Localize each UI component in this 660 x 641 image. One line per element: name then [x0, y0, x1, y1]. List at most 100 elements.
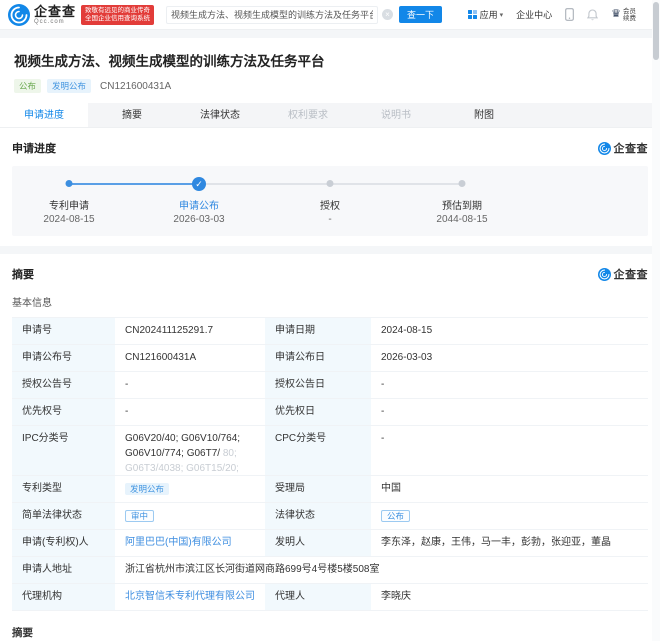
step-label: 预估到期 [442, 201, 482, 212]
check-circle-icon: ✓ [192, 177, 206, 191]
caret-down-icon: ▾ [499, 11, 504, 19]
basic-info-table: 申请号 CN202411125291.7 申请日期 2024-08-15 申请公… [12, 317, 648, 611]
qcc-watermark: 企查查 [597, 266, 649, 282]
field-value: CN202411125291.7 [115, 318, 265, 345]
apps-menu[interactable]: 应用 ▾ [467, 8, 504, 21]
step-label: 专利申请 [49, 201, 89, 212]
step-dot [65, 180, 73, 187]
field-value: - [371, 372, 648, 399]
field-value: 2026-03-03 [371, 345, 648, 372]
tab-application-progress[interactable]: 申请进度 [0, 103, 88, 127]
status-badge: 公布 [14, 79, 42, 93]
ipc-codes-cell: G06V20/40; G06V10/764; G06V10/774; G06T7… [115, 426, 265, 476]
progress-timeline: 专利申请 2024-08-15 ✓ 申请公布 2026-03-03 授权 - 预… [12, 166, 648, 236]
watermark-text: 企查查 [613, 269, 648, 281]
field-label: 代理机构 [12, 584, 115, 611]
agency-cell: 北京智信禾专利代理有限公司 [115, 584, 265, 611]
patent-type-cell: 发明公布 [115, 476, 265, 503]
basic-info-subtitle: 基本信息 [12, 298, 52, 309]
crown-icon: ♛ [611, 8, 621, 20]
scrollbar-thumb[interactable] [653, 2, 659, 60]
slogan-line1: 致敬有远见的商业传奇 [85, 6, 151, 14]
qcc-watermark-icon [597, 141, 611, 155]
step-date: - [328, 214, 332, 225]
field-label: 受理局 [265, 476, 371, 503]
simple-legal-cell: 审中 [115, 503, 265, 530]
page-title: 视频生成方法、视频生成模型的训练方法及任务平台 [14, 54, 325, 69]
qcc-watermark-icon [597, 267, 611, 281]
abstract-section-header: 摘要 企查查 [0, 254, 660, 290]
legal-status-cell: 公布 [371, 503, 648, 530]
tab-legal-status[interactable]: 法律状态 [176, 103, 264, 127]
field-label: 发明人 [265, 530, 371, 557]
step-date: 2024-08-15 [43, 214, 95, 225]
field-label: 优先权号 [12, 399, 115, 426]
step-date: 2026-03-03 [173, 214, 225, 225]
field-label: 专利类型 [12, 476, 115, 503]
field-label: 申请人地址 [12, 557, 115, 584]
field-value: 中国 [371, 476, 648, 503]
step-date: 2044-08-15 [436, 214, 488, 225]
step-label: 授权 [320, 201, 340, 212]
scrollbar-track [652, 0, 660, 641]
tab-description: 说明书 [381, 110, 411, 121]
divider-band [0, 246, 660, 254]
field-label: 代理人 [265, 584, 371, 611]
field-label: CPC分类号 [265, 426, 371, 476]
tab-drawings[interactable]: 附图 [440, 103, 528, 127]
field-label: 申请公布号 [12, 345, 115, 372]
top-header: 企查查 Qcc.com 致敬有远见的商业传奇 全国企业信用查询系统 × 查一下 … [0, 0, 660, 30]
apps-label: 应用 [479, 10, 498, 20]
field-value: 2024-08-15 [371, 318, 648, 345]
field-label: 申请(专利权)人 [12, 530, 115, 557]
enterprise-center-link[interactable]: 企业中心 [516, 8, 552, 21]
field-value: CN121600431A [115, 345, 265, 372]
step-dot [458, 180, 466, 187]
applicant-address-value: 浙江省杭州市滨江区长河街道网商路699号4号楼5楼508室 [115, 557, 648, 584]
notification-bell-icon[interactable] [587, 8, 599, 21]
qcc-logo-icon [8, 3, 30, 26]
type-badge: 发明公布 [47, 79, 92, 93]
simple-legal-badge: 审中 [125, 510, 155, 522]
field-label: 优先权日 [265, 399, 371, 426]
field-label: IPC分类号 [12, 426, 115, 476]
logo-name: 企查查 [34, 3, 77, 19]
tab-abstract[interactable]: 摘要 [88, 103, 176, 127]
search-input[interactable] [166, 5, 379, 24]
progress-section-title: 申请进度 [12, 143, 56, 155]
vip-renew-button[interactable]: ♛ 会员 续费 [611, 8, 636, 22]
qcc-logo[interactable]: 企查查 Qcc.com [8, 3, 77, 26]
agency-link[interactable]: 北京智信禾专利代理有限公司 [125, 591, 255, 602]
field-value: - [115, 399, 265, 426]
tab-claims: 权利要求 [288, 110, 328, 121]
agent-value: 李晓庆 [371, 584, 648, 611]
summary-label: 摘要 [12, 627, 33, 639]
field-label: 申请公布日 [265, 345, 371, 372]
header-right-nav: 应用 ▾ 企业中心 ♛ 会员 续费 [467, 8, 650, 22]
logo-domain: Qcc.com [34, 18, 65, 25]
divider-band [0, 30, 660, 38]
field-value: - [371, 426, 648, 476]
qcc-watermark: 企查查 [597, 140, 649, 156]
applicant-cell: 阿里巴巴(中国)有限公司 [115, 530, 265, 557]
field-label: 授权公告日 [265, 372, 371, 399]
clear-search-icon[interactable]: × [382, 9, 394, 20]
vip-label-line1: 会员 [623, 7, 636, 15]
abstract-section-title: 摘要 [12, 269, 34, 281]
search-box: × 查一下 [166, 5, 443, 24]
publication-number: CN121600431A [100, 80, 172, 92]
slogan-badge: 致敬有远见的商业传奇 全国企业信用查询系统 [81, 4, 155, 25]
field-value: - [371, 399, 648, 426]
mobile-app-icon[interactable] [565, 8, 574, 21]
step-dot [326, 180, 334, 187]
slogan-line2: 全国企业信用查询系统 [85, 14, 151, 22]
search-button[interactable]: 查一下 [399, 6, 443, 23]
field-label: 申请日期 [265, 318, 371, 345]
field-label: 简单法律状态 [12, 503, 115, 530]
vip-label-line2: 续费 [623, 14, 636, 22]
timeline-segment-done [69, 183, 199, 185]
applicant-link[interactable]: 阿里巴巴(中国)有限公司 [125, 537, 232, 548]
inventors-value: 李东泽，赵康，王伟，马一丰，彭勃，张迎亚，董晶 [371, 530, 648, 557]
field-label: 法律状态 [265, 503, 371, 530]
field-value: - [115, 372, 265, 399]
